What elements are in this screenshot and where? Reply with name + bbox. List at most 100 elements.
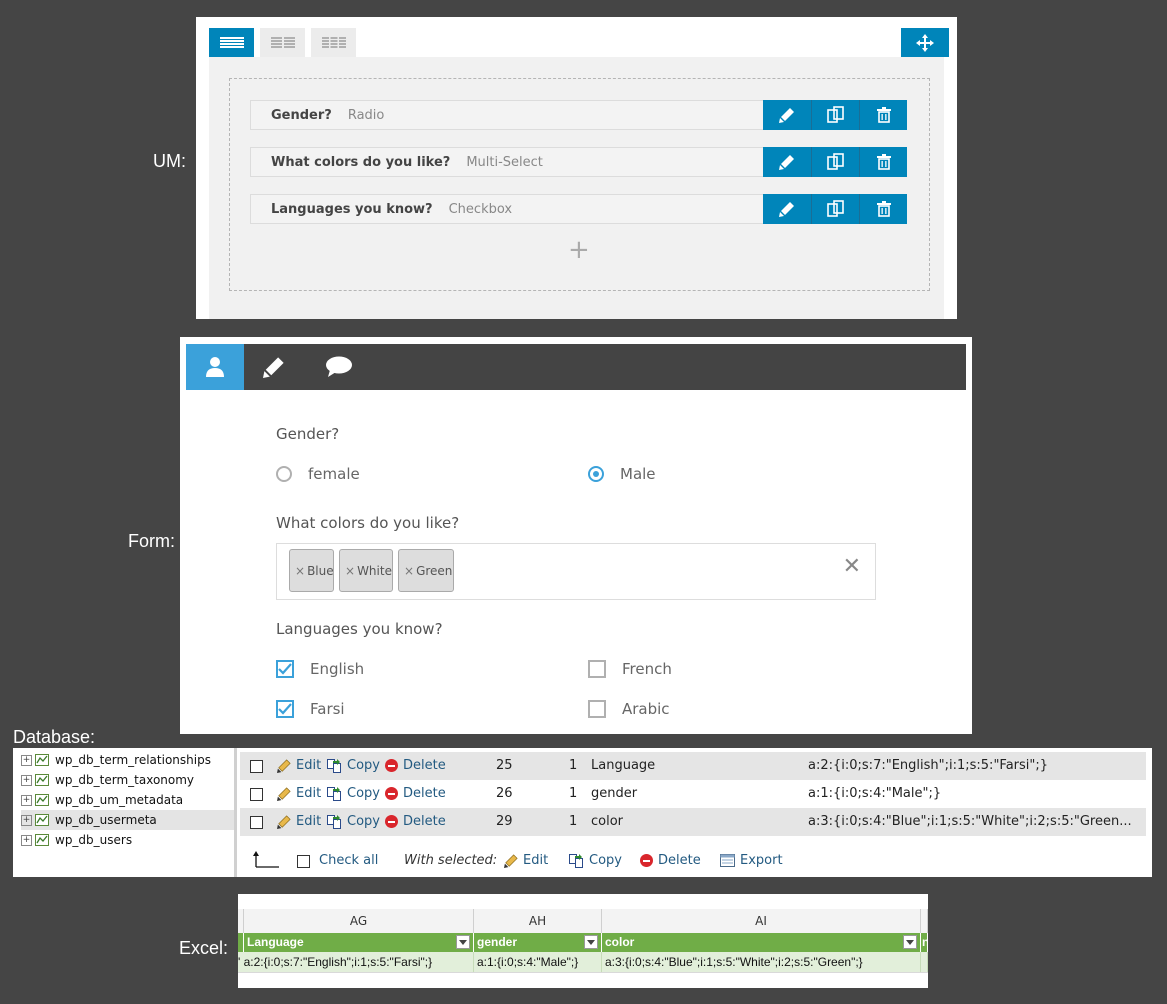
um-field-row-gender[interactable]: Gender? Radio	[250, 100, 907, 130]
row-edit-link[interactable]: Edit	[277, 758, 321, 773]
header-cell-color[interactable]: color	[602, 933, 921, 952]
language-option-french[interactable]: French	[588, 660, 672, 678]
option-label: English	[310, 660, 365, 678]
header-label: Language	[247, 935, 304, 949]
edit-field-button[interactable]	[763, 194, 811, 224]
check-all-link[interactable]: Check all	[319, 853, 378, 868]
cell-gender-value[interactable]: a:1:{i:0;s:4:"Male";}	[474, 952, 602, 972]
row-checkbox[interactable]	[250, 816, 263, 829]
cell-language-value[interactable]: ' a:2:{i:0;s:7:"English";i:1;s:5:"Farsi"…	[238, 952, 474, 972]
expand-icon[interactable]: +	[21, 794, 32, 806]
bulk-delete-button[interactable]: Delete	[640, 853, 701, 868]
duplicate-icon	[826, 200, 844, 217]
header-cell-partial: n	[921, 933, 928, 952]
color-chip-white[interactable]: × White	[339, 549, 393, 592]
checkbox[interactable]	[588, 700, 606, 718]
delete-field-button[interactable]	[859, 194, 907, 224]
database-section-label: Database:	[13, 727, 96, 747]
chip-remove-icon[interactable]: ×	[295, 564, 305, 578]
colors-multiselect[interactable]: × Blue × White × Green ✕	[276, 543, 876, 600]
user-id: 1	[569, 786, 578, 801]
chip-remove-icon[interactable]: ×	[404, 564, 414, 578]
edit-field-button[interactable]	[763, 100, 811, 130]
column-header-ai[interactable]: AI	[602, 909, 921, 933]
expand-icon[interactable]: +	[21, 834, 32, 846]
colors-question-label: What colors do you like?	[276, 514, 460, 532]
row-delete-link[interactable]: Delete	[385, 814, 446, 829]
filter-dropdown-icon[interactable]	[584, 935, 598, 949]
language-option-english[interactable]: English	[276, 660, 364, 678]
row-copy-link[interactable]: Copy	[327, 758, 380, 773]
language-option-arabic[interactable]: Arabic	[588, 700, 670, 718]
tree-item-label: wp_db_term_relationships	[55, 753, 211, 767]
export-button[interactable]: Export	[720, 853, 783, 868]
bulk-edit-button[interactable]: Edit	[504, 853, 548, 868]
duplicate-field-button[interactable]	[811, 100, 859, 130]
color-chip-green[interactable]: × Green	[398, 549, 454, 592]
delete-field-button[interactable]	[859, 100, 907, 130]
add-field-button[interactable]: +	[568, 237, 590, 263]
duplicate-field-button[interactable]	[811, 147, 859, 177]
radio-button[interactable]	[276, 466, 292, 482]
option-label: Arabic	[622, 700, 670, 718]
user-icon	[206, 357, 224, 377]
chip-remove-icon[interactable]: ×	[345, 564, 355, 578]
checkbox-checked[interactable]	[276, 700, 294, 718]
move-section-button[interactable]	[901, 28, 949, 57]
copy-icon	[327, 758, 341, 773]
row-checkbox[interactable]	[250, 760, 263, 773]
gender-option-male[interactable]: Male	[588, 465, 656, 483]
language-option-farsi[interactable]: Farsi	[276, 700, 345, 718]
duplicate-field-button[interactable]	[811, 194, 859, 224]
filter-dropdown-icon[interactable]	[903, 935, 917, 949]
bulk-copy-button[interactable]: Copy	[569, 853, 622, 868]
clear-selection-icon[interactable]: ✕	[843, 554, 861, 579]
radio-button-selected[interactable]	[588, 466, 604, 482]
bulk-actions-bar: Check all With selected: Edit Copy Delet…	[240, 848, 1146, 874]
layout-three-column-tab[interactable]	[311, 28, 356, 57]
layout-one-column-tab[interactable]	[209, 28, 254, 57]
cell-partial	[921, 952, 928, 972]
filter-dropdown-icon[interactable]	[456, 935, 470, 949]
row-copy-link[interactable]: Copy	[327, 786, 380, 801]
tree-item-usermeta[interactable]: + wp_db_usermeta	[21, 810, 234, 830]
row-delete-link[interactable]: Delete	[385, 786, 446, 801]
check-all-checkbox[interactable]	[297, 855, 310, 868]
column-header-ag[interactable]: AG	[244, 909, 474, 933]
row-edit-link[interactable]: Edit	[277, 814, 321, 829]
tree-item-users[interactable]: + wp_db_users	[21, 830, 234, 850]
tree-item-term-relationships[interactable]: + wp_db_term_relationships	[21, 750, 234, 770]
row-edit-link[interactable]: Edit	[277, 786, 321, 801]
column-header-ah[interactable]: AH	[474, 909, 602, 933]
checkbox[interactable]	[588, 660, 606, 678]
expand-icon[interactable]: +	[21, 814, 32, 826]
tree-item-um-metadata[interactable]: + wp_db_um_metadata	[21, 790, 234, 810]
row-delete-link[interactable]: Delete	[385, 758, 446, 773]
one-column-icon	[219, 36, 244, 48]
expand-icon[interactable]: +	[21, 774, 32, 786]
gender-option-female[interactable]: female	[276, 465, 360, 483]
cell-color-value[interactable]: a:3:{i:0;s:4:"Blue";i:1;s:5:"White";i:2;…	[602, 952, 921, 972]
pencil-icon	[277, 814, 291, 829]
tab-comments[interactable]	[310, 344, 368, 390]
checkbox-checked[interactable]	[276, 660, 294, 678]
pencil-icon	[779, 108, 794, 123]
header-cell-gender[interactable]: gender	[474, 933, 602, 952]
header-cell-language[interactable]: Language	[244, 933, 474, 952]
edit-field-button[interactable]	[763, 147, 811, 177]
table-row: Edit Copy Delete 29 1 color a:3:{i:0;s:4…	[240, 808, 1146, 836]
um-drop-area: Gender? Radio What colors do you like? Mul…	[229, 78, 930, 291]
tab-profile[interactable]	[186, 344, 244, 390]
row-checkbox[interactable]	[250, 788, 263, 801]
delete-field-button[interactable]	[859, 147, 907, 177]
tree-item-term-taxonomy[interactable]: + wp_db_term_taxonomy	[21, 770, 234, 790]
trash-icon	[876, 201, 891, 217]
expand-icon[interactable]: +	[21, 754, 32, 766]
edit-label: Edit	[296, 758, 322, 773]
row-copy-link[interactable]: Copy	[327, 814, 380, 829]
color-chip-blue[interactable]: × Blue	[289, 549, 334, 592]
layout-two-column-tab[interactable]	[260, 28, 305, 57]
tab-edit[interactable]	[245, 344, 303, 390]
um-field-row-colors[interactable]: What colors do you like? Multi-Select	[250, 147, 907, 177]
um-field-row-languages[interactable]: Languages you know? Checkbox	[250, 194, 907, 224]
